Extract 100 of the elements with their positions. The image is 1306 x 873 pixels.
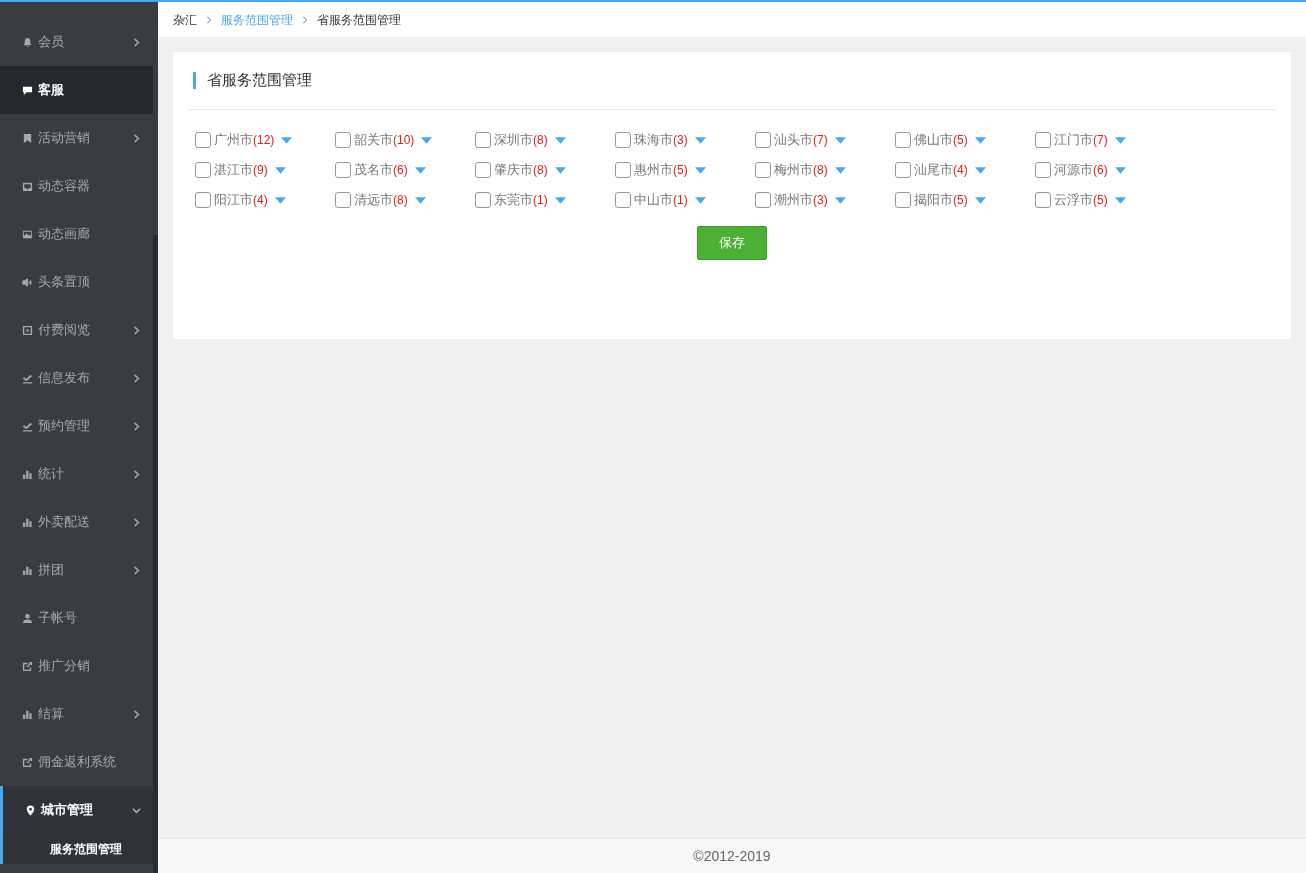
- dropdown-triangle-icon[interactable]: [414, 166, 426, 174]
- dropdown-triangle-icon[interactable]: [694, 196, 706, 204]
- sidebar-item[interactable]: 城市管理: [0, 786, 153, 834]
- title-accent: [193, 72, 196, 89]
- city-name: 肇庆市: [494, 161, 533, 180]
- dropdown-triangle-icon[interactable]: [274, 196, 286, 204]
- city-name: 梅州市: [774, 161, 813, 180]
- submenu-item[interactable]: 服务范围管理: [0, 834, 153, 864]
- dropdown-triangle-icon[interactable]: [554, 196, 566, 204]
- sidebar-item[interactable]: 推广分销: [0, 642, 153, 690]
- checkbox[interactable]: [895, 192, 911, 208]
- dropdown-triangle-icon[interactable]: [554, 166, 566, 174]
- dropdown-triangle-icon[interactable]: [274, 166, 286, 174]
- dropdown-triangle-icon[interactable]: [974, 136, 986, 144]
- map-pin-icon: [25, 804, 36, 816]
- sidebar-item[interactable]: 会员: [0, 18, 153, 66]
- chevron-icon: [132, 133, 141, 143]
- sidebar-item[interactable]: 动态容器: [0, 162, 153, 210]
- checkbox[interactable]: [895, 162, 911, 178]
- city-name: 广州市: [214, 131, 253, 150]
- breadcrumb-link[interactable]: 服务范围管理: [221, 10, 293, 29]
- checkbox[interactable]: [475, 162, 491, 178]
- checkbox[interactable]: [1035, 132, 1051, 148]
- dropdown-triangle-icon[interactable]: [1114, 136, 1126, 144]
- checkbox[interactable]: [195, 192, 211, 208]
- sidebar-item[interactable]: 佣金返利系统: [0, 738, 153, 786]
- sidebar-item[interactable]: 客服: [0, 66, 153, 114]
- chevron-icon: [132, 709, 141, 719]
- checkbox[interactable]: [615, 132, 631, 148]
- city-name: 潮州市: [774, 191, 813, 210]
- speaker-icon: [22, 276, 33, 288]
- city-count: (4): [253, 192, 268, 209]
- dropdown-triangle-icon[interactable]: [414, 196, 426, 204]
- checkbox[interactable]: [475, 132, 491, 148]
- chevron-icon: [132, 37, 141, 47]
- checkbox[interactable]: [195, 132, 211, 148]
- sidebar-item[interactable]: 活动营销: [0, 114, 153, 162]
- save-button[interactable]: 保存: [697, 226, 767, 260]
- checkbox[interactable]: [1035, 192, 1051, 208]
- sidebar-item[interactable]: 付费阅览: [0, 306, 153, 354]
- checkbox[interactable]: [895, 132, 911, 148]
- city-count: (8): [533, 162, 548, 179]
- checkbox[interactable]: [755, 162, 771, 178]
- city-name: 湛江市: [214, 161, 253, 180]
- chevron-icon: [301, 15, 309, 24]
- chevron-icon: [132, 325, 141, 335]
- sidebar-item[interactable]: 子帐号: [0, 594, 153, 642]
- chevron-icon: [132, 805, 141, 815]
- dropdown-triangle-icon[interactable]: [1114, 196, 1126, 204]
- dropdown-triangle-icon[interactable]: [554, 136, 566, 144]
- city-count: (3): [813, 192, 828, 209]
- city-count: (5): [953, 132, 968, 149]
- share-icon: [22, 660, 33, 672]
- bar-chart-icon: [22, 468, 33, 480]
- sidebar-item[interactable]: 动态画廊: [0, 210, 153, 258]
- checkbox[interactable]: [475, 192, 491, 208]
- sidebar-item[interactable]: 头条置顶: [0, 258, 153, 306]
- city-count: (9): [253, 162, 268, 179]
- dropdown-triangle-icon[interactable]: [281, 136, 293, 144]
- check-icon: [22, 420, 33, 432]
- breadcrumb-text: 省服务范围管理: [317, 11, 401, 29]
- checkbox[interactable]: [755, 132, 771, 148]
- checkbox[interactable]: [335, 132, 351, 148]
- city-count: (1): [533, 192, 548, 209]
- sidebar-item[interactable]: 预约管理: [0, 402, 153, 450]
- dropdown-triangle-icon[interactable]: [834, 136, 846, 144]
- checkbox[interactable]: [335, 162, 351, 178]
- dropdown-triangle-icon[interactable]: [694, 136, 706, 144]
- chevron-icon: [132, 469, 141, 479]
- chevron-icon: [205, 15, 213, 24]
- sidebar-item[interactable]: 统计: [0, 450, 153, 498]
- checkbox[interactable]: [615, 162, 631, 178]
- dropdown-triangle-icon[interactable]: [974, 166, 986, 174]
- dropdown-triangle-icon[interactable]: [421, 136, 433, 144]
- city-name: 茂名市: [354, 161, 393, 180]
- checkbox[interactable]: [755, 192, 771, 208]
- checkbox[interactable]: [195, 162, 211, 178]
- city-name: 韶关市: [354, 131, 393, 150]
- city-name: 深圳市: [494, 131, 533, 150]
- dropdown-triangle-icon[interactable]: [1114, 166, 1126, 174]
- check-icon: [22, 372, 33, 384]
- sidebar-item[interactable]: 拼团: [0, 546, 153, 594]
- dropdown-triangle-icon[interactable]: [694, 166, 706, 174]
- city-count: (7): [813, 132, 828, 149]
- dropdown-triangle-icon[interactable]: [834, 166, 846, 174]
- city-count: (5): [1093, 192, 1108, 209]
- checkbox[interactable]: [615, 192, 631, 208]
- checkbox[interactable]: [335, 192, 351, 208]
- dropdown-triangle-icon[interactable]: [974, 196, 986, 204]
- checkbox[interactable]: [1035, 162, 1051, 178]
- bar-chart-icon: [22, 564, 33, 576]
- sidebar-item[interactable]: 外卖配送: [0, 498, 153, 546]
- sidebar-item[interactable]: 信息发布: [0, 354, 153, 402]
- scrollbar[interactable]: [153, 235, 158, 873]
- city-name: 中山市: [634, 191, 673, 210]
- bar-chart-icon: [22, 708, 33, 720]
- dropdown-triangle-icon[interactable]: [834, 196, 846, 204]
- sidebar-item[interactable]: 结算: [0, 690, 153, 738]
- city-count: (4): [953, 162, 968, 179]
- chevron-icon: [132, 517, 141, 527]
